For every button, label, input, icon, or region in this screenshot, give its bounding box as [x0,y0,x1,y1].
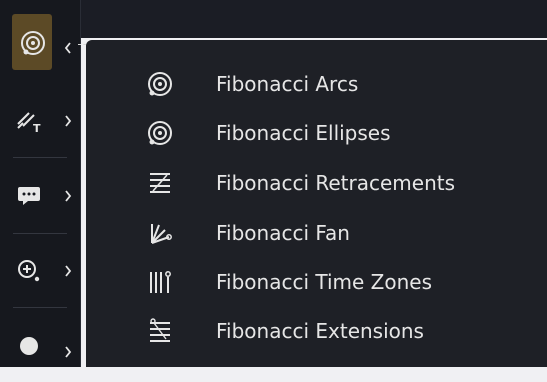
menu-item-fibonacci-fan[interactable]: Fibonacci Fan [86,211,547,255]
menu-item-label: Fibonacci Arcs [216,72,359,96]
fib-arcs-icon [146,70,174,98]
menu-item-fibonacci-ellipses[interactable]: Fibonacci Ellipses [86,111,547,155]
fib-ellipses-icon [146,119,174,147]
menu-item-fibonacci-retracements[interactable]: Fibonacci Retracements [86,161,547,205]
chevron-right-icon [64,190,72,202]
menu-item-label: Fibonacci Extensions [216,319,424,343]
tool-fibonacci[interactable] [0,0,80,84]
drawing-toolbar: T [0,0,81,367]
chevron-left-icon [64,42,72,54]
fibonacci-flyout-menu: Fibonacci Arcs Fibonacci Ellipses Fibona… [86,40,547,367]
fib-extensions-icon [146,317,174,345]
fib-time-zones-icon [146,268,174,296]
fib-arc-icon [18,28,48,58]
menu-item-fibonacci-arcs[interactable]: Fibonacci Arcs [86,62,547,106]
menu-item-label: Fibonacci Retracements [216,171,456,195]
menu-item-label: Fibonacci Fan [216,221,350,245]
tool-dot[interactable] [0,308,80,382]
tool-comment[interactable] [0,158,80,234]
menu-item-fibonacci-time-zones[interactable]: Fibonacci Time Zones [86,260,547,304]
chevron-right-icon [64,115,72,127]
menu-item-label: Fibonacci Time Zones [216,270,433,294]
tool-measure-zoom[interactable] [0,234,80,308]
fib-retracement-icon [146,169,174,197]
tool-text-annotation[interactable]: T [0,84,80,158]
svg-text:T: T [33,122,41,134]
fib-fan-icon [146,219,174,247]
chevron-right-icon [64,265,72,277]
zoom-plus-icon [14,256,44,286]
chart-area [80,0,547,38]
pen-text-icon: T [14,106,44,136]
chevron-right-icon [64,346,72,358]
speech-bubble-icon [14,181,44,211]
dot-icon [14,331,44,361]
menu-item-fibonacci-extensions[interactable]: Fibonacci Extensions [86,309,547,353]
menu-item-label: Fibonacci Ellipses [216,121,391,145]
